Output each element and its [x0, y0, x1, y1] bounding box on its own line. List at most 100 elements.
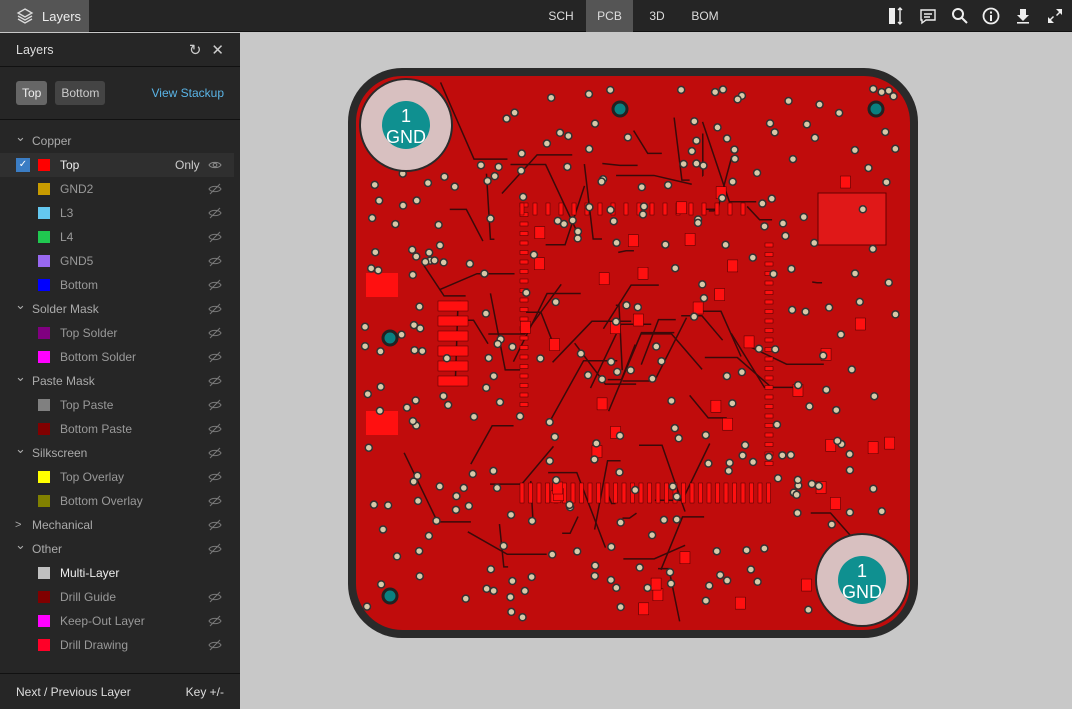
eye-off-icon[interactable]: [208, 518, 222, 532]
eye-off-icon[interactable]: [208, 206, 222, 220]
pcb-via: [793, 380, 803, 390]
eye-off-icon[interactable]: [208, 302, 222, 316]
top-view-button[interactable]: Top: [16, 81, 48, 105]
layer-item[interactable]: Bottom Solder: [0, 345, 240, 369]
pcb-via: [376, 382, 385, 392]
layer-label: Bottom: [60, 278, 99, 292]
layer-group-mechanical[interactable]: > Mechanical: [0, 513, 240, 537]
pcb-via: [818, 351, 828, 360]
pcb-canvas[interactable]: 1GND1GND: [240, 33, 1072, 709]
measure-icon[interactable]: [886, 6, 906, 26]
group-label: Silkscreen: [32, 446, 88, 460]
layer-group-solder-mask[interactable]: ⌄ Solder Mask: [0, 297, 240, 321]
eye-off-icon[interactable]: [208, 182, 222, 196]
only-button[interactable]: Only: [175, 158, 200, 172]
eye-off-icon[interactable]: [208, 614, 222, 628]
eye-off-icon[interactable]: [208, 590, 222, 604]
eye-off-icon[interactable]: [208, 470, 222, 484]
group-label: Solder Mask: [32, 302, 99, 316]
chevron-down-icon[interactable]: ⌄: [15, 369, 26, 385]
group-label: Mechanical: [32, 518, 93, 532]
chevron-down-icon[interactable]: ⌄: [15, 441, 26, 457]
layer-item[interactable]: GND5: [0, 249, 240, 273]
pcb-via: [360, 341, 370, 351]
tab-3d[interactable]: 3D: [640, 0, 674, 32]
pcb-via: [369, 500, 379, 509]
layer-checkbox[interactable]: ✓: [16, 158, 30, 172]
pcb-via: [373, 266, 383, 275]
pcb-via: [590, 561, 600, 570]
chevron-right-icon[interactable]: >: [15, 519, 21, 531]
layer-label: L4: [60, 230, 74, 244]
layer-item[interactable]: Top Paste: [0, 393, 240, 417]
pcb-via: [516, 166, 526, 175]
fullscreen-icon[interactable]: [1045, 6, 1065, 26]
pcb-pad: [714, 288, 725, 301]
eye-off-icon[interactable]: [208, 278, 222, 292]
layer-item[interactable]: Drill Guide: [0, 585, 240, 609]
layer-item[interactable]: Top Overlay: [0, 465, 240, 489]
chevron-down-icon[interactable]: ⌄: [15, 297, 26, 313]
eye-icon[interactable]: [208, 158, 222, 172]
eye-off-icon[interactable]: [208, 638, 222, 652]
pcb-pad: [558, 202, 564, 216]
layer-item[interactable]: Drill Drawing: [0, 633, 240, 657]
pcb-via: [712, 546, 722, 556]
bottom-view-button[interactable]: Bottom: [55, 81, 106, 105]
layer-group-paste-mask[interactable]: ⌄ Paste Mask: [0, 369, 240, 393]
pcb-via: [409, 320, 419, 330]
layer-item[interactable]: Top Solder: [0, 321, 240, 345]
layer-item[interactable]: Bottom Overlay: [0, 489, 240, 513]
eye-off-icon[interactable]: [208, 542, 222, 556]
chevron-down-icon[interactable]: ⌄: [15, 537, 26, 553]
pcb-via: [408, 416, 418, 426]
layer-item[interactable]: Keep-Out Layer: [0, 609, 240, 633]
layer-item[interactable]: ✓ Top Only: [0, 153, 234, 177]
search-icon[interactable]: [950, 6, 970, 26]
pcb-via: [482, 584, 491, 594]
layer-label: Top: [60, 158, 80, 172]
eye-off-icon[interactable]: [208, 398, 222, 412]
layer-item[interactable]: L3: [0, 201, 240, 225]
tab-bom[interactable]: BOM: [682, 0, 728, 32]
eye-off-icon[interactable]: [208, 350, 222, 364]
layer-color-swatch: [38, 183, 50, 195]
tab-sch[interactable]: SCH: [540, 0, 582, 32]
layer-item[interactable]: Bottom Paste: [0, 417, 240, 441]
layer-item[interactable]: Bottom: [0, 273, 240, 297]
eye-off-icon[interactable]: [208, 494, 222, 508]
eye-off-icon[interactable]: [208, 230, 222, 244]
layer-group-copper[interactable]: ⌄ Copper: [0, 129, 240, 153]
eye-off-icon[interactable]: [208, 446, 222, 460]
pcb-pad: [519, 392, 529, 398]
eye-off-icon[interactable]: [208, 374, 222, 388]
eye-off-icon[interactable]: [208, 326, 222, 340]
layer-item[interactable]: L4: [0, 225, 240, 249]
layer-group-other[interactable]: ⌄ Other: [0, 537, 240, 561]
pcb-via: [492, 483, 502, 493]
comment-icon[interactable]: [918, 6, 938, 26]
tab-pcb[interactable]: PCB: [586, 0, 633, 32]
pcb-via: [612, 583, 621, 593]
pcb-via: [643, 583, 652, 593]
layer-item[interactable]: Multi-Layer: [0, 561, 240, 585]
pcb-via: [858, 205, 868, 214]
pcb-pad: [649, 202, 655, 216]
pcb-via: [476, 160, 486, 170]
close-icon[interactable]: ✕: [211, 41, 224, 59]
layer-label: Keep-Out Layer: [60, 614, 145, 628]
chevron-down-icon[interactable]: ⌄: [15, 129, 26, 145]
view-stackup-link[interactable]: View Stackup: [152, 86, 225, 100]
eye-off-icon[interactable]: [208, 422, 222, 436]
pcb-pad: [764, 385, 774, 390]
layer-group-silkscreen[interactable]: ⌄ Silkscreen: [0, 441, 240, 465]
download-icon[interactable]: [1013, 6, 1033, 26]
layers-tab[interactable]: Layers: [0, 0, 89, 32]
layer-item[interactable]: GND2: [0, 177, 240, 201]
reset-icon[interactable]: ↻: [189, 41, 202, 59]
info-icon[interactable]: [981, 6, 1001, 26]
pcb-via: [435, 241, 445, 250]
group-label: Paste Mask: [32, 374, 95, 388]
eye-off-icon[interactable]: [208, 254, 222, 268]
pcb-via: [412, 196, 421, 205]
